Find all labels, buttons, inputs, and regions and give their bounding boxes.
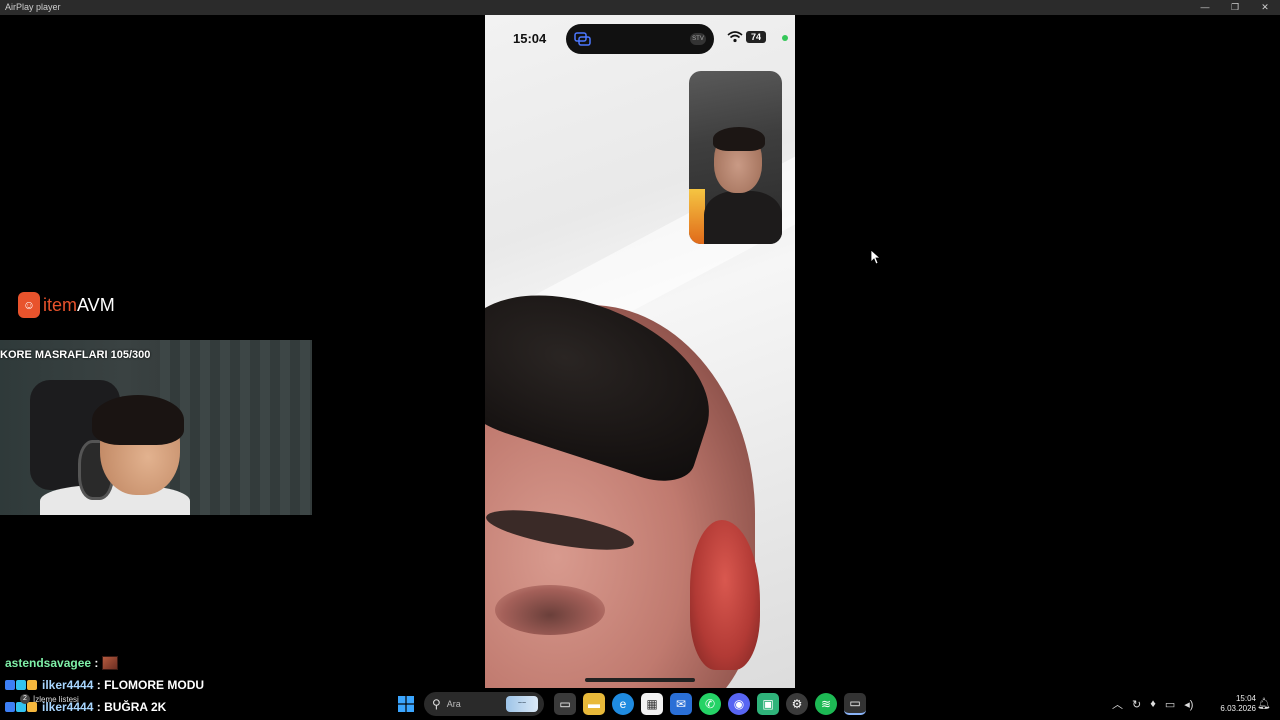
microsoft-store-icon[interactable]: ▦ bbox=[641, 693, 663, 715]
home-indicator[interactable] bbox=[585, 678, 695, 682]
webcam-hair bbox=[92, 395, 184, 445]
edge-icon[interactable]: e bbox=[612, 693, 634, 715]
file-explorer-icon[interactable]: ▬ bbox=[583, 693, 605, 715]
watch-list-widget[interactable]: 2 İzleme listesi bbox=[20, 693, 79, 705]
chevron-up-icon[interactable]: ︿ bbox=[1112, 696, 1123, 712]
shopping-bag-icon: ☺ bbox=[18, 292, 40, 318]
pip-body bbox=[704, 191, 782, 244]
chat-username: ilker4444 bbox=[42, 678, 94, 692]
chat-text: BUĞRA 2K bbox=[104, 700, 167, 714]
phone-screen: 15:04 STV 74 bbox=[485, 15, 795, 688]
close-button[interactable]: ✕ bbox=[1250, 0, 1280, 15]
window-title: AirPlay player bbox=[5, 2, 61, 12]
window-controls: — ❐ ✕ bbox=[1190, 0, 1280, 15]
network-icon[interactable]: ▭ bbox=[1165, 698, 1175, 711]
chat-username: astendsavagee bbox=[5, 656, 92, 670]
windows-start-icon[interactable] bbox=[395, 693, 417, 715]
windows-taskbar: ⚲ Ara ~~ ▭ ▬ e ▦ ✉ ✆ ◉ ▣ ⚙ ≋ ▭ bbox=[395, 690, 873, 718]
watch-list-label: İzleme listesi bbox=[33, 694, 79, 704]
chat-separator: : bbox=[93, 700, 105, 714]
island-tag: STV bbox=[690, 33, 706, 45]
chat-badge-icon bbox=[27, 680, 37, 690]
status-time: 15:04 bbox=[513, 31, 547, 46]
chat-text: FLOMORE MODU bbox=[104, 678, 205, 692]
taskbar-clock[interactable]: 15:04 6.03.2026 bbox=[1212, 694, 1256, 714]
itemavm-logo: ☺ item AVM bbox=[18, 291, 115, 319]
task-view-icon[interactable]: ▭ bbox=[554, 693, 576, 715]
camera-in-use-dot bbox=[782, 35, 788, 41]
steam-icon[interactable]: ⚙ bbox=[786, 693, 808, 715]
discord-icon[interactable]: ◉ bbox=[728, 693, 750, 715]
chat-message: astendsavagee : bbox=[5, 656, 119, 670]
airplay-player-icon[interactable]: ▭ bbox=[844, 693, 866, 715]
system-tray: ︿ ↻ ♦ ▭ ◂) bbox=[1112, 692, 1202, 716]
minimize-button[interactable]: — bbox=[1190, 0, 1220, 15]
search-highlight-icon: ~~ bbox=[506, 696, 538, 712]
chat-emote bbox=[102, 656, 119, 670]
facetime-self-view[interactable] bbox=[689, 71, 782, 244]
spotify-icon[interactable]: ≋ bbox=[815, 693, 837, 715]
streamer-webcam: KORE MASRAFLARI 105/300 bbox=[0, 340, 312, 515]
volume-icon[interactable]: ◂) bbox=[1184, 698, 1193, 711]
logo-avm-text: AVM bbox=[77, 294, 115, 315]
clock-time: 15:04 bbox=[1235, 694, 1256, 703]
dynamic-island[interactable]: STV bbox=[566, 24, 714, 54]
chat-separator: : bbox=[93, 678, 105, 692]
green-app-icon[interactable]: ▣ bbox=[757, 693, 779, 715]
pip-hair bbox=[713, 127, 765, 151]
notification-bell-icon[interactable]: 🔔︎ bbox=[1257, 697, 1271, 710]
chat-separator: : bbox=[91, 656, 99, 670]
whatsapp-icon[interactable]: ✆ bbox=[699, 693, 721, 715]
webcam-shirt bbox=[40, 485, 190, 515]
mail-icon[interactable]: ✉ bbox=[670, 693, 692, 715]
logo-item-text: item bbox=[43, 294, 78, 315]
sync-icon[interactable]: ↻ bbox=[1132, 698, 1141, 711]
taskbar-search[interactable]: ⚲ Ara ~~ bbox=[424, 692, 544, 716]
screen-mirroring-icon bbox=[574, 31, 592, 47]
chat-message: ilker4444 : FLOMORE MODU bbox=[5, 678, 204, 692]
chat-badge-icon bbox=[5, 680, 15, 690]
watch-list-count: 2 bbox=[20, 694, 30, 704]
search-placeholder: Ara bbox=[446, 699, 461, 709]
pip-lamp bbox=[689, 189, 705, 244]
battery-indicator: 74 bbox=[746, 31, 766, 43]
window-titlebar: AirPlay player — ❐ ✕ bbox=[0, 0, 1280, 15]
microphone-icon[interactable]: ♦ bbox=[1150, 698, 1156, 710]
video-eye bbox=[495, 585, 605, 635]
chat-badge-icon bbox=[16, 680, 26, 690]
chat-badge-icon bbox=[5, 702, 15, 712]
webcam-caption: KORE MASRAFLARI 105/300 bbox=[0, 349, 151, 361]
search-icon: ⚲ bbox=[432, 697, 441, 711]
clock-date: 6.03.2026 bbox=[1220, 704, 1256, 713]
maximize-button[interactable]: ❐ bbox=[1220, 0, 1250, 15]
wifi-icon bbox=[727, 30, 743, 44]
